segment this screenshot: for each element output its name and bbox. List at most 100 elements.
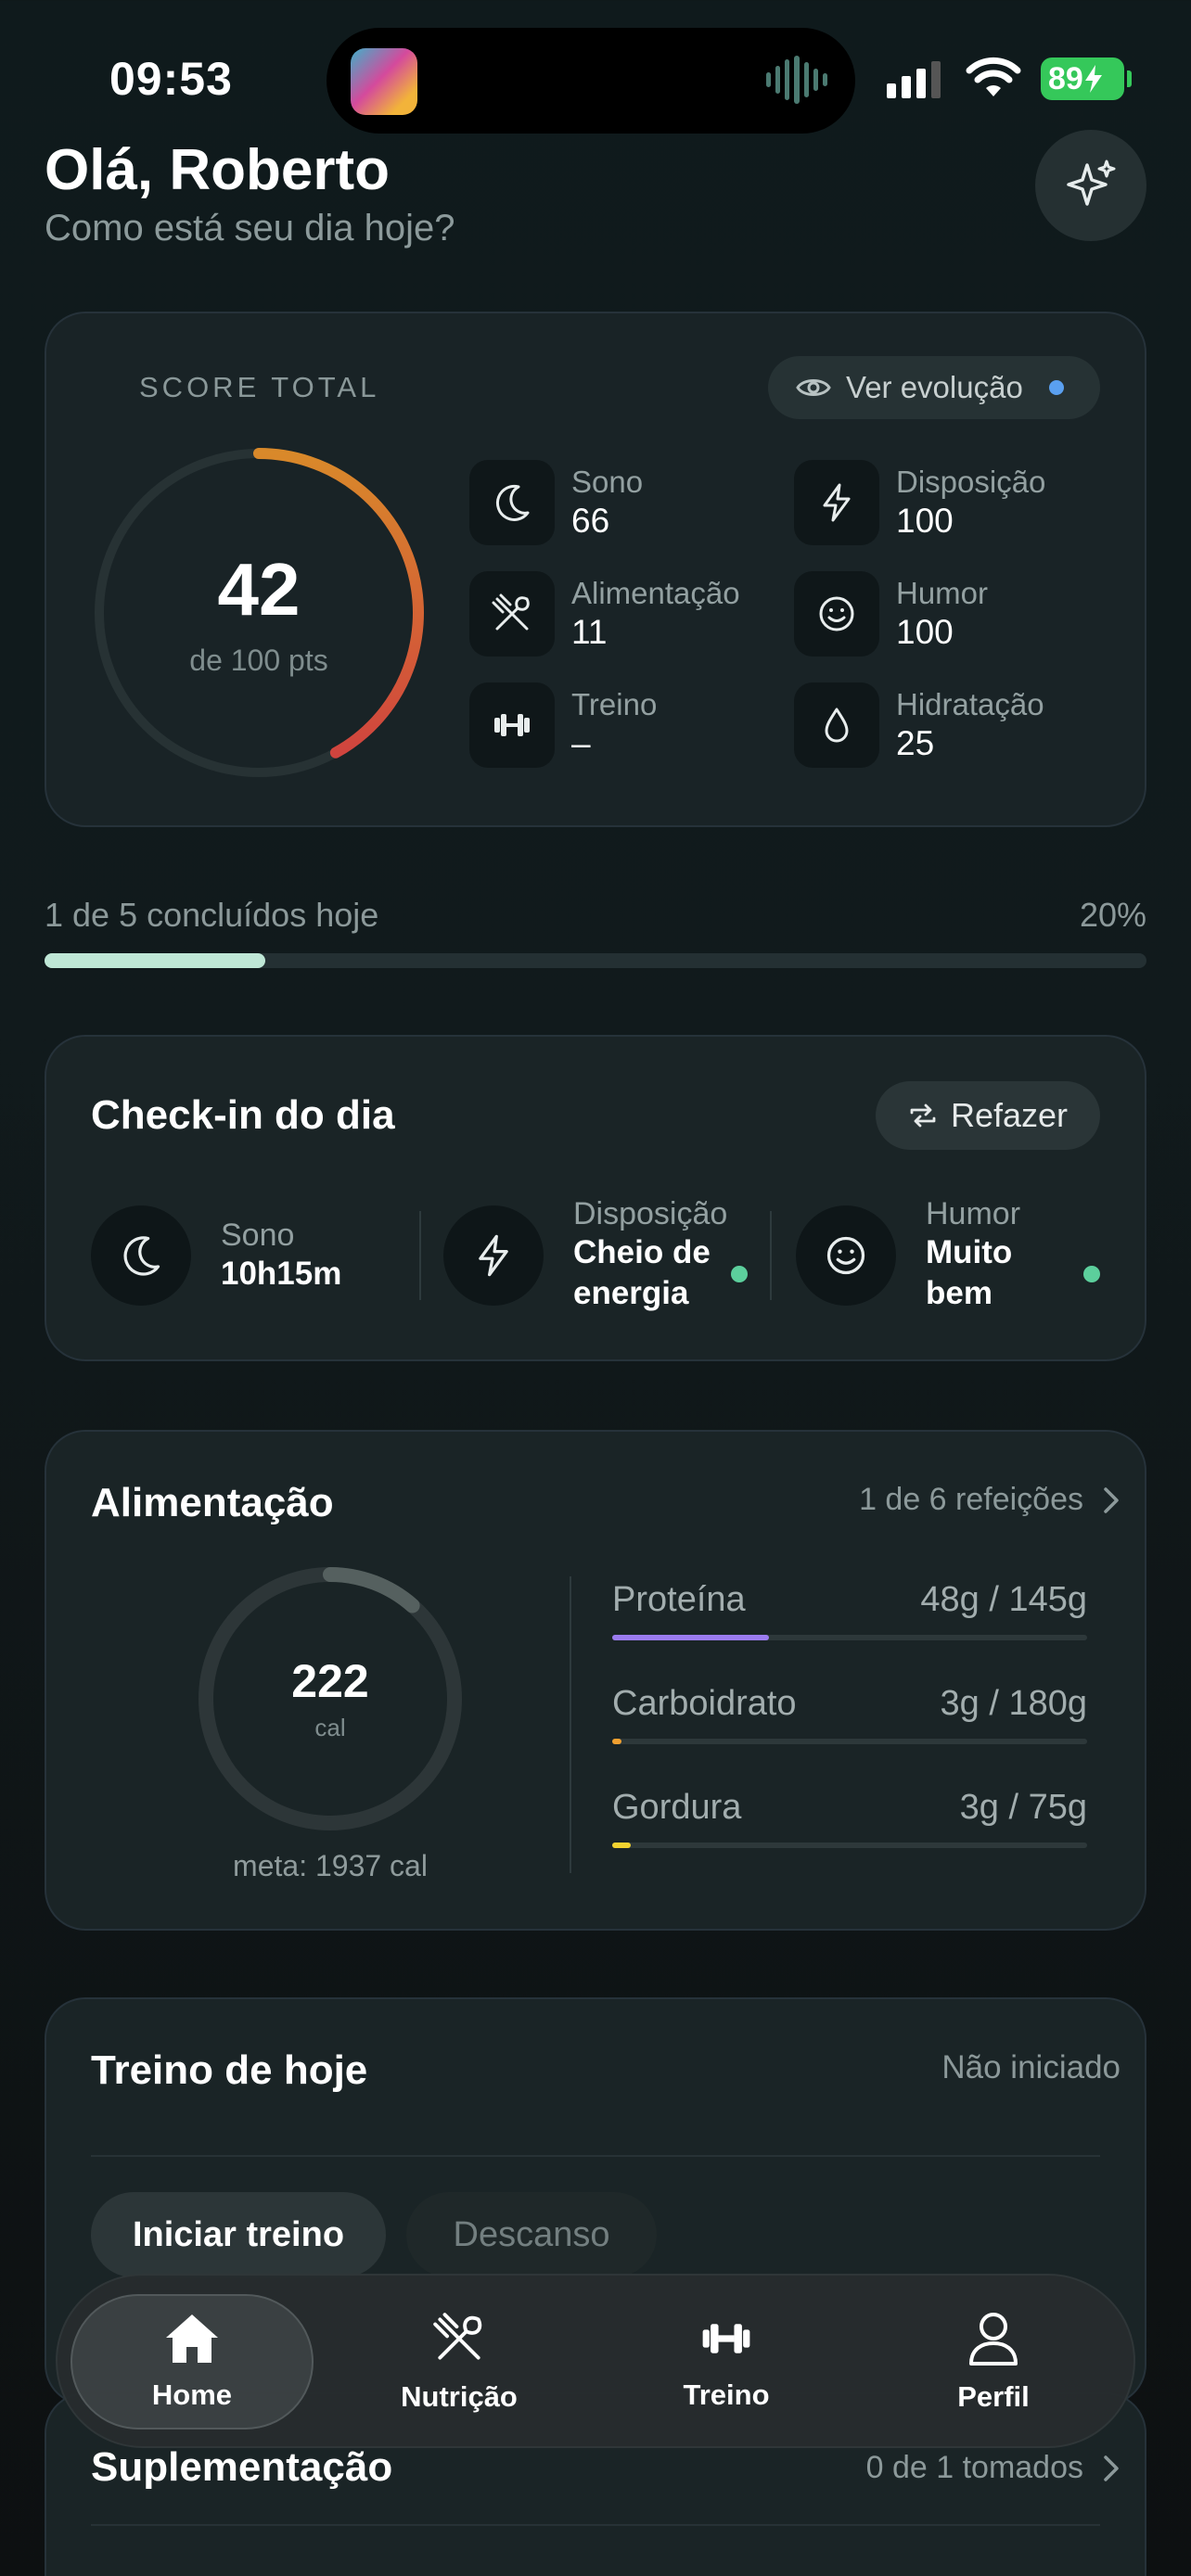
metric-value: 11 [571,613,608,651]
tab-bar: Home Nutrição Treino Perfil [56,2274,1135,2448]
greeting-title: Olá, Roberto [45,138,391,202]
tab-workout[interactable]: Treino [605,2294,848,2429]
macro-value: 48g / 145g [920,1580,1087,1619]
ai-assistant-button[interactable] [1035,130,1146,241]
smile-icon [796,1205,896,1306]
score-value: 42 [217,548,301,631]
score-label: SCORE TOTAL [139,371,380,403]
drop-icon [794,682,879,768]
checkin-title: Check-in do dia [91,1092,395,1138]
calories-unit: cal [314,1714,346,1741]
metric-value: 25 [896,724,935,762]
macro-name: Proteína [612,1580,746,1619]
macro-bar-fill [612,1635,769,1640]
metric-disposicao: Disposição 100 [794,460,1045,545]
chevron-right-icon [1104,2455,1119,2481]
redo-checkin-label: Refazer [950,1096,1069,1134]
tab-profile[interactable]: Perfil [872,2294,1115,2429]
now-playing-app-icon [351,48,417,115]
calories-value: 222 [291,1655,369,1707]
notification-dot [1048,380,1064,395]
bolt-icon [443,1205,544,1306]
divider [570,1576,571,1873]
macro-name: Carboidrato [612,1684,797,1723]
macro-bar [612,1635,1087,1640]
metric-value: – [571,724,591,762]
metric-value: 66 [571,502,610,540]
supplements-link[interactable]: 0 de 1 tomados [866,2450,1121,2486]
battery-level: 89 [1048,60,1083,96]
person-icon [969,2313,1018,2366]
workout-title: Treino de hoje [91,2047,368,2093]
metric-hidratacao: Hidratação 25 [794,682,1044,768]
chevron-right-icon [1104,1486,1119,1513]
sparkles-icon [1067,159,1116,206]
daily-progress-percent: 20% [1079,896,1146,934]
macro-bar-fill [612,1739,622,1744]
macro-fat: Gordura 3g / 75g [612,1788,1087,1848]
metric-name: Treino [571,687,658,721]
nutrition-title: Alimentação [91,1480,334,1525]
tab-profile-label: Perfil [957,2380,1030,2413]
greeting-subtitle: Como está seu dia hoje? [45,208,455,249]
checkin-item-disposicao: Disposição Cheio de energia [443,1196,727,1314]
metric-sono: Sono 66 [469,460,643,545]
moon-icon [469,460,555,545]
dumbbell-icon [702,2324,750,2353]
calories-ring-arc [323,1567,420,1613]
redo-checkin-button[interactable]: Refazer [876,1081,1100,1150]
divider [91,2524,1100,2526]
status-dot [731,1266,748,1282]
calories-goal: meta: 1937 cal [233,1849,428,1882]
metric-value: 100 [896,613,954,651]
metric-treino: Treino – [469,682,657,768]
checkin-item-name: Disposição [573,1196,728,1231]
battery-indicator: 89 [1041,57,1132,100]
metric-name: Alimentação [571,576,740,610]
daily-progress-fill [45,953,265,968]
tab-home-label: Home [151,2378,233,2411]
repeat-icon [910,1103,936,1128]
metric-alimentacao: Alimentação 11 [469,571,740,657]
tab-nutrition[interactable]: Nutrição [338,2294,581,2429]
tab-home[interactable]: Home [70,2294,314,2429]
utensils-icon [433,2313,482,2360]
start-workout-button[interactable]: Iniciar treino [91,2192,386,2277]
checkin-item-value-line2: bem [926,1275,992,1311]
view-evolution-button[interactable]: Ver evolução [768,356,1100,419]
checkin-item-value: 10h15m [221,1255,342,1292]
macro-bar-fill [612,1843,632,1848]
checkin-item-value-line1: Cheio de [573,1234,711,1270]
rest-day-button[interactable]: Descanso [406,2192,657,2277]
checkin-item-sono: Sono 10h15m [91,1205,341,1306]
meals-count: 1 de 6 refeições [859,1482,1083,1517]
checkin-item-value-line2: energia [573,1275,689,1311]
score-max-label: de 100 pts [189,644,328,677]
checkin-item-name: Sono [221,1217,295,1253]
audio-wave-icon [766,56,827,104]
view-evolution-label: Ver evolução [846,370,1023,404]
supplements-title: Suplementação [91,2444,393,2490]
bolt-icon [794,460,879,545]
smile-icon [794,571,879,657]
eye-icon [796,379,831,396]
macro-carbs: Carboidrato 3g / 180g [612,1684,1087,1744]
status-time: 09:53 [109,53,233,105]
metric-name: Humor [896,576,989,610]
divider [91,2155,1100,2157]
macro-bar [612,1843,1087,1848]
metric-humor: Humor 100 [794,571,988,657]
daily-progress-label: 1 de 5 concluídos hoje [45,896,379,934]
metric-name: Hidratação [896,687,1044,721]
metric-name: Disposição [896,465,1046,499]
tab-nutrition-label: Nutrição [401,2380,518,2413]
charging-bolt-icon [1084,65,1102,93]
daily-progress-bar [45,953,1146,968]
macro-value: 3g / 75g [959,1788,1087,1827]
macro-protein: Proteína 48g / 145g [612,1580,1087,1640]
meals-link[interactable]: 1 de 6 refeições [859,1482,1121,1518]
moon-icon [91,1205,191,1306]
metric-value: 100 [896,502,954,540]
checkin-item-value-line1: Muito [926,1234,1013,1270]
dumbbell-icon [469,682,555,768]
